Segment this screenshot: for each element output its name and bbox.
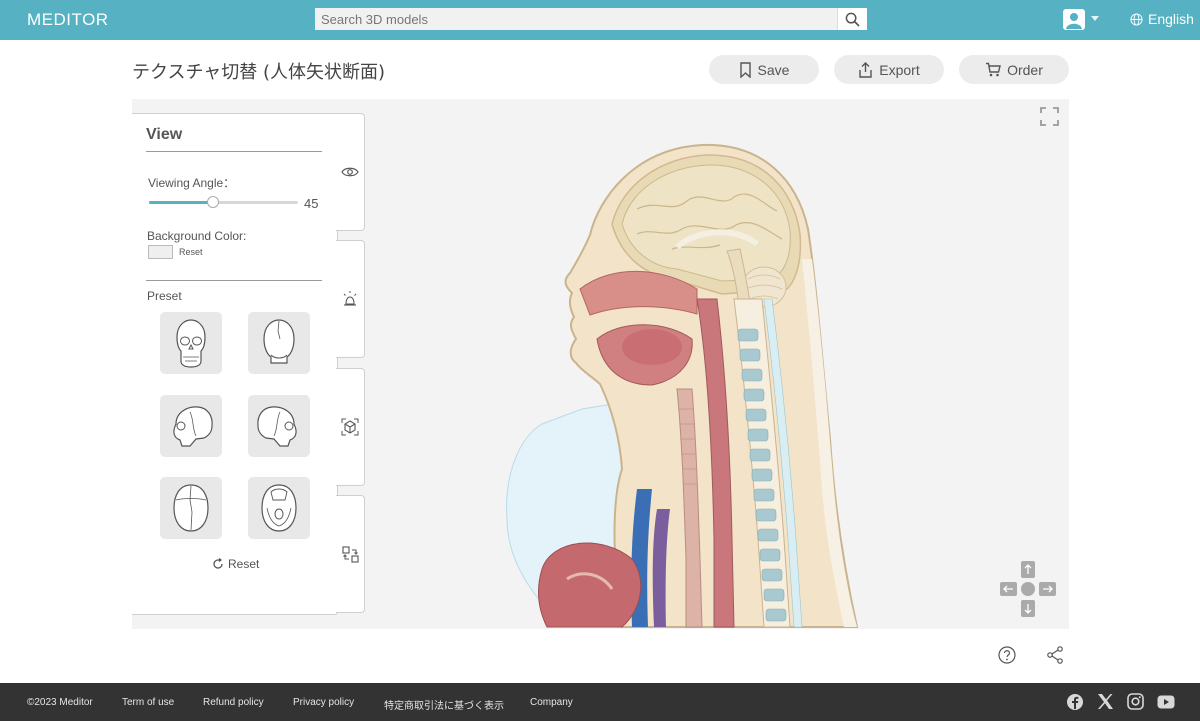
slider-thumb[interactable] [207,196,220,208]
instagram-icon[interactable] [1127,693,1144,710]
preset-skull-left[interactable] [160,395,222,457]
youtube-icon[interactable] [1157,695,1175,709]
skull-back-icon [263,319,295,364]
user-icon [1066,13,1082,29]
user-menu-caret-icon[interactable] [1091,16,1099,21]
rotation-navpad[interactable] [1000,561,1056,617]
language-label: English [1148,11,1194,27]
order-button[interactable]: Order [959,55,1069,84]
tab-swap[interactable] [336,495,365,613]
reset-icon [213,558,223,569]
save-button[interactable]: Save [709,55,819,84]
divider [146,151,322,152]
viewing-angle-label: Viewing Angle： [148,176,236,190]
rotate-right-icon[interactable] [1039,582,1056,596]
globe-icon [1130,12,1143,26]
model-viewer[interactable]: View Viewing Angle： 45 Background Color:… [132,99,1069,629]
divider [146,280,322,281]
facebook-icon[interactable] [1066,693,1084,711]
x-icon[interactable] [1097,693,1114,710]
footer: ©2023 Meditor Term of use Refund policy … [0,683,1200,721]
preset-label: Preset [147,289,182,303]
preset-skull-front[interactable] [160,312,222,374]
preset-skull-bottom[interactable] [248,477,310,539]
background-reset-link[interactable]: Reset [179,247,203,257]
background-color-swatch[interactable] [148,245,173,259]
slider-fill [149,201,214,204]
skull-top-icon [173,484,209,532]
preset-reset-button[interactable]: Reset [212,557,259,571]
language-selector[interactable]: English [1130,11,1194,27]
viewing-angle-value: 45 [304,196,319,211]
preset-skull-back[interactable] [248,312,310,374]
eye-icon [341,167,359,177]
bookmark-icon [739,61,751,78]
rotate-left-icon[interactable] [1000,582,1017,596]
rotate-down-icon[interactable] [1021,600,1035,617]
footer-copyright: ©2023 Meditor [27,697,93,708]
footer-link-privacy[interactable]: Privacy policy [293,697,354,708]
page-title: テクスチャ切替 (人体矢状断面) [132,62,386,83]
logo[interactable]: MEDITOR [27,10,109,30]
share-icon [1047,646,1063,664]
fullscreen-button[interactable] [1040,107,1059,131]
tab-model[interactable] [336,368,365,486]
reset-label: Reset [228,557,260,571]
fullscreen-icon [1040,107,1059,126]
skull-right-icon [257,406,297,447]
search-button[interactable] [837,8,867,30]
save-label: Save [757,61,790,78]
footer-link-refund[interactable]: Refund policy [203,697,264,708]
background-color-label: Background Color: [147,229,247,243]
swap-icon [341,545,359,563]
preset-skull-right[interactable] [248,395,310,457]
help-icon [998,646,1016,664]
viewing-angle-slider[interactable] [149,196,298,208]
user-avatar[interactable] [1063,9,1085,30]
export-label: Export [879,61,920,78]
footer-link-terms[interactable]: Term of use [122,697,174,708]
footer-link-commerce-law[interactable]: 特定商取引法に基づく表示 [384,697,504,712]
skull-left-icon [173,406,213,447]
tab-lighting[interactable] [336,240,365,358]
order-label: Order [1007,61,1043,78]
search-box [315,8,867,30]
help-button[interactable] [998,646,1016,669]
anatomy-model[interactable] [472,139,892,629]
view-panel: View Viewing Angle： 45 Background Color:… [132,113,338,615]
search-icon [845,12,860,27]
footer-link-company[interactable]: Company [530,697,573,708]
search-input[interactable] [315,8,837,30]
export-button[interactable]: Export [834,55,944,84]
cart-icon [986,62,1001,77]
skull-front-icon [176,319,206,368]
skull-bottom-icon [261,484,297,532]
share-button[interactable] [1046,646,1064,669]
rotate-up-icon[interactable] [1021,561,1035,578]
reset-view-dot[interactable] [1021,582,1035,596]
top-navbar: MEDITOR English [0,0,1200,40]
light-icon [343,291,357,306]
view-panel-title: View [146,126,183,143]
preset-skull-top[interactable] [160,477,222,539]
export-icon [859,61,872,78]
cube-icon [341,418,359,436]
tab-view[interactable] [336,113,365,231]
